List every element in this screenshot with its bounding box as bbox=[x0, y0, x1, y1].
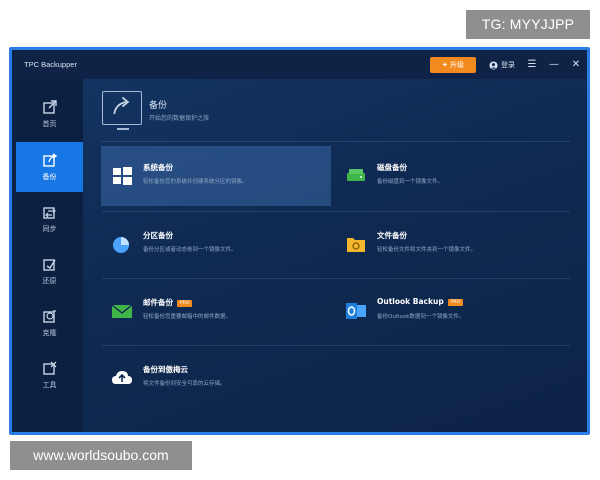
tile-description: 轻松备份您重要邮箱中的邮件数据。 bbox=[143, 314, 232, 320]
home-icon bbox=[42, 100, 57, 114]
sidebar-item-tools[interactable]: 工具 bbox=[16, 350, 83, 400]
sidebar-item-clone[interactable]: 克隆 bbox=[16, 298, 83, 348]
tile-title: 系统备份 bbox=[143, 163, 173, 172]
website-watermark-label: www.worldsoubo.com bbox=[10, 441, 192, 470]
upgrade-label: 升级 bbox=[450, 61, 465, 69]
sidebar-item-label: 还原 bbox=[42, 277, 57, 285]
mail-icon bbox=[111, 304, 133, 318]
pro-badge: PRO bbox=[447, 299, 464, 306]
app-title: TPC Backupper bbox=[24, 60, 77, 69]
close-icon[interactable]: ✕ bbox=[569, 58, 583, 72]
tile-description: 备份磁盘到一个镜像文件。 bbox=[377, 179, 444, 185]
upgrade-button[interactable]: ✦ 升级 bbox=[430, 57, 476, 73]
file-backup-tile[interactable]: 文件备份 轻松备份文件和文件夹到一个镜像文件。 bbox=[335, 214, 570, 274]
upgrade-icon: ✦ bbox=[441, 61, 451, 69]
sidebar-item-restore[interactable]: 还原 bbox=[16, 246, 83, 296]
title-bar: TPC Backupper ✦ 升级 登录 ☰ — ✕ bbox=[12, 50, 587, 79]
main-panel: 备份 开始您的数据保护之旅 系统备份 轻松备份您的系统并创建系统分区的镜像。 磁… bbox=[83, 79, 587, 432]
minimize-icon[interactable]: — bbox=[547, 58, 561, 72]
disk-icon bbox=[347, 169, 365, 181]
cloud-backup-tile[interactable]: 备份到傲梅云 将文件备份到安全可靠的云存储。 bbox=[101, 348, 331, 408]
divider bbox=[102, 278, 570, 279]
sidebar-item-label: 首页 bbox=[42, 120, 57, 128]
partition-icon bbox=[113, 237, 129, 253]
disk-backup-tile[interactable]: 磁盘备份 备份磁盘到一个镜像文件。 bbox=[335, 146, 570, 206]
restore-icon bbox=[42, 259, 56, 271]
divider bbox=[102, 141, 570, 142]
app-window: TPC Backupper ✦ 升级 登录 ☰ — ✕ 首页 备份 同步 还原 bbox=[9, 47, 590, 435]
sidebar-item-backup[interactable]: 备份 bbox=[16, 142, 83, 192]
backup-monitor-icon bbox=[102, 91, 142, 130]
tile-title: 文件备份 bbox=[377, 231, 407, 240]
sidebar-item-home[interactable]: 首页 bbox=[16, 89, 83, 139]
cloud-upload-icon bbox=[112, 371, 132, 384]
tile-description: 备份分区或者动态卷到一个镜像文件。 bbox=[143, 247, 237, 253]
tools-icon bbox=[42, 361, 56, 375]
sidebar-item-label: 克隆 bbox=[42, 329, 57, 337]
outlook-backup-tile[interactable]: Outlook Backup PRO 备份Outlook数据到一个镜像文件。 bbox=[335, 281, 570, 341]
divider bbox=[102, 211, 570, 212]
sidebar-item-label: 备份 bbox=[42, 173, 57, 181]
tile-description: 将文件备份到安全可靠的云存储。 bbox=[143, 381, 226, 387]
menu-icon[interactable]: ☰ bbox=[525, 58, 539, 72]
tile-title: 磁盘备份 bbox=[377, 163, 407, 172]
login-button[interactable]: 登录 bbox=[489, 57, 515, 73]
windows-icon bbox=[113, 167, 132, 185]
system-backup-tile[interactable]: 系统备份 轻松备份您的系统并创建系统分区的镜像。 bbox=[101, 146, 331, 206]
tile-title: 邮件备份 PRO bbox=[143, 297, 193, 308]
user-icon bbox=[489, 60, 498, 70]
sidebar-item-label: 同步 bbox=[42, 225, 57, 233]
outlook-icon bbox=[346, 303, 366, 319]
clone-icon bbox=[42, 310, 56, 323]
sidebar-item-label: 工具 bbox=[42, 381, 57, 389]
sync-icon bbox=[42, 207, 56, 219]
folder-icon bbox=[347, 238, 365, 252]
tile-description: 轻松备份文件和文件夹到一个镜像文件。 bbox=[377, 247, 477, 253]
tile-title: Outlook Backup PRO bbox=[377, 297, 464, 306]
pro-badge: PRO bbox=[177, 300, 193, 307]
divider bbox=[102, 345, 570, 346]
page-subtitle: 开始您的数据保护之旅 bbox=[149, 115, 210, 122]
tile-description: 备份Outlook数据到一个镜像文件。 bbox=[377, 314, 465, 320]
backup-icon bbox=[42, 153, 57, 167]
email-backup-tile[interactable]: 邮件备份 PRO 轻松备份您重要邮箱中的邮件数据。 bbox=[101, 281, 331, 341]
login-label: 登录 bbox=[501, 61, 515, 69]
partition-backup-tile[interactable]: 分区备份 备份分区或者动态卷到一个镜像文件。 bbox=[101, 214, 331, 274]
tile-title: 分区备份 bbox=[143, 231, 173, 240]
tg-watermark-label: TG: MYYJJPP bbox=[466, 10, 590, 39]
sidebar: 首页 备份 同步 还原 克隆 工具 bbox=[12, 79, 83, 432]
tile-description: 轻松备份您的系统并创建系统分区的镜像。 bbox=[143, 179, 248, 185]
tile-title: 备份到傲梅云 bbox=[143, 365, 188, 374]
page-title: 备份 bbox=[149, 101, 168, 111]
sidebar-item-sync[interactable]: 同步 bbox=[16, 194, 83, 244]
